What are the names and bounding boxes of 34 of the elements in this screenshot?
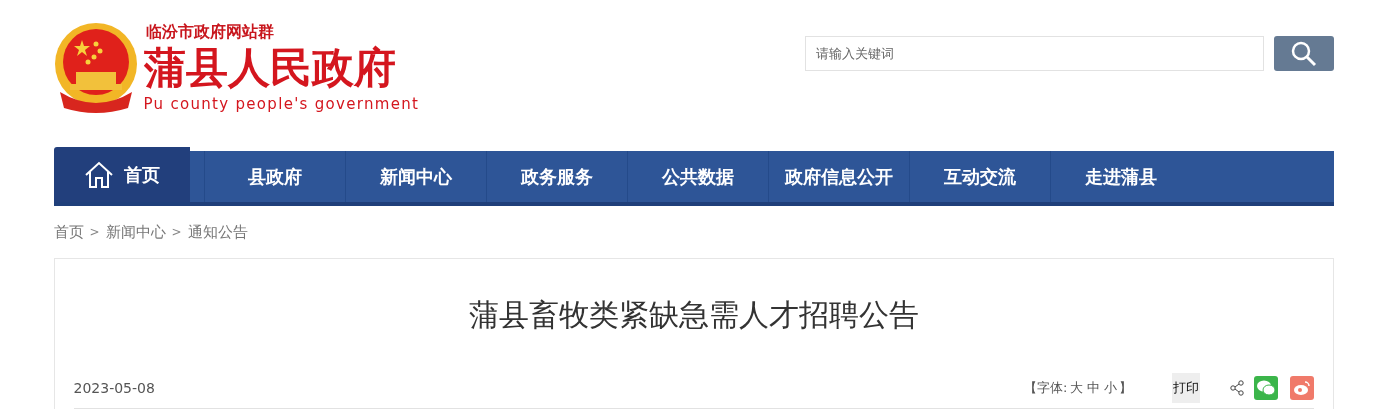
- site-title: 蒲县人民政府: [143, 42, 397, 94]
- search-button[interactable]: [1273, 36, 1334, 71]
- nav-tab[interactable]: 政府信息公开: [767, 151, 909, 202]
- article-title: 蒲县畜牧类紧缺急需人才招聘公告: [467, 296, 920, 334]
- font-size-bracket: 】: [1118, 379, 1132, 397]
- search-field[interactable]: 请输入关键词: [804, 36, 1264, 71]
- eye-logo-icon: [1292, 380, 1311, 396]
- breadcrumb-link[interactable]: 新闻中心: [105, 222, 166, 242]
- nav-tab[interactable]: 首页: [53, 147, 190, 206]
- breadcrumb-link[interactable]: 通知公告: [187, 222, 248, 242]
- print-button[interactable]: 打印: [1171, 373, 1200, 403]
- nav-tab[interactable]: 新闻中心: [344, 151, 486, 202]
- nav-tab[interactable]: 公共数据: [626, 151, 768, 202]
- publish-date: 2023-05-08: [73, 380, 156, 396]
- site-subtitle: Pu county people's government: [143, 94, 420, 114]
- font-size-label: 【字体:: [1024, 379, 1068, 397]
- font-size-link[interactable]: 大: [1069, 379, 1083, 397]
- chat-bubbles-icon: [1255, 380, 1276, 396]
- wechat-share-button[interactable]: [1253, 376, 1278, 400]
- site-group-label: 临汾市政府网站群: [145, 22, 275, 42]
- weibo-share-button[interactable]: [1289, 376, 1314, 400]
- font-size-link[interactable]: 中: [1086, 379, 1100, 397]
- breadcrumb-separator: >: [89, 225, 100, 239]
- share-icon[interactable]: [1229, 380, 1244, 396]
- nav-tab[interactable]: 互动交流: [908, 151, 1050, 202]
- home-icon: [83, 160, 114, 189]
- nav-tab[interactable]: 县政府: [203, 151, 345, 202]
- national-emblem-icon: [53, 22, 138, 114]
- nav-tab[interactable]: 政务服务: [485, 151, 627, 202]
- breadcrumb-separator: >: [171, 225, 182, 239]
- breadcrumb-link[interactable]: 首页: [53, 222, 84, 242]
- nav-tab[interactable]: 走进蒲县: [1049, 151, 1191, 202]
- font-size-link[interactable]: 小: [1103, 379, 1117, 397]
- search-icon: [1290, 40, 1317, 67]
